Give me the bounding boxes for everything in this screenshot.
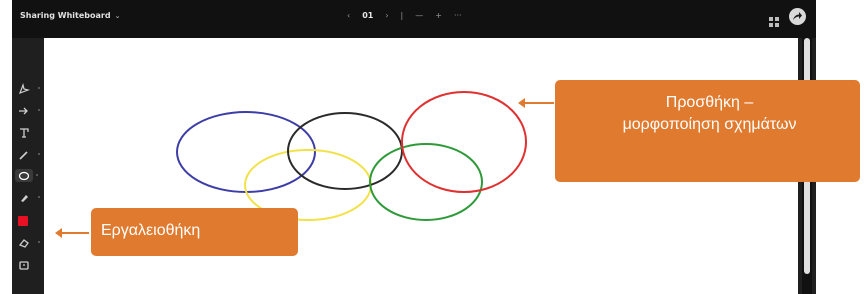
ellipse-icon xyxy=(18,171,30,180)
tool-options-dot xyxy=(38,196,40,198)
zoom-out-button[interactable]: — xyxy=(415,11,423,20)
pen-tool[interactable] xyxy=(18,148,40,162)
toolbox-callout-arrow-icon xyxy=(55,228,89,238)
top-right-actions xyxy=(769,8,806,27)
text-icon xyxy=(20,128,29,138)
toolbox-callout: Εργαλειοθήκη xyxy=(91,208,298,256)
color-swatch xyxy=(18,216,28,226)
tool-options-dot xyxy=(38,241,40,243)
tool-options-dot xyxy=(38,87,40,89)
previous-page-button[interactable]: ‹ xyxy=(347,11,350,20)
toolbox-callout-label: Εργαλειοθήκη xyxy=(101,222,201,239)
shapes-callout: Προσθήκη – μορφοποίηση σχημάτων xyxy=(555,80,860,182)
whiteboard-title: Sharing Whiteboard xyxy=(20,11,111,20)
toolbox-sidebar xyxy=(12,38,46,294)
shapes-callout-arrow-icon xyxy=(518,98,554,108)
frame-icon xyxy=(19,261,29,270)
page-navigator: ‹ 01 › | — + ··· xyxy=(347,11,474,20)
shapes-callout-line1: Προσθήκη – xyxy=(665,94,754,111)
pager-divider: | xyxy=(400,11,404,20)
tool-options-dot xyxy=(38,153,40,155)
shape-tool[interactable] xyxy=(15,169,38,182)
whiteboard-title-menu[interactable]: Sharing Whiteboard ⌄ xyxy=(20,11,120,20)
page-number: 01 xyxy=(362,11,374,20)
share-icon[interactable] xyxy=(789,8,806,25)
color-tool[interactable] xyxy=(18,214,38,228)
tool-options-dot xyxy=(36,174,38,176)
top-bar: Sharing Whiteboard ⌄ ‹ 01 › | — + ··· xyxy=(12,0,816,38)
eraser-icon xyxy=(18,239,29,248)
arrow-tool[interactable] xyxy=(18,104,40,118)
highlighter-icon xyxy=(21,195,28,202)
text-tool[interactable] xyxy=(18,126,38,140)
chevron-down-icon: ⌄ xyxy=(114,11,121,20)
select-tool[interactable] xyxy=(18,82,40,96)
pen-icon xyxy=(19,151,28,160)
red-ellipse[interactable] xyxy=(401,91,527,193)
highlighter-tool[interactable] xyxy=(18,191,40,205)
zoom-in-button[interactable]: + xyxy=(435,11,442,20)
eraser-tool[interactable] xyxy=(18,236,40,250)
shapes-callout-line2: μορφοποίηση σχημάτων xyxy=(622,116,797,133)
grid-view-icon[interactable] xyxy=(769,12,779,27)
pointer-icon xyxy=(18,83,30,95)
next-page-button[interactable]: › xyxy=(385,11,388,20)
more-options-button[interactable]: ··· xyxy=(454,11,462,20)
frame-tool[interactable] xyxy=(18,258,38,272)
tool-options-dot xyxy=(38,109,40,111)
arrow-icon xyxy=(19,107,28,115)
